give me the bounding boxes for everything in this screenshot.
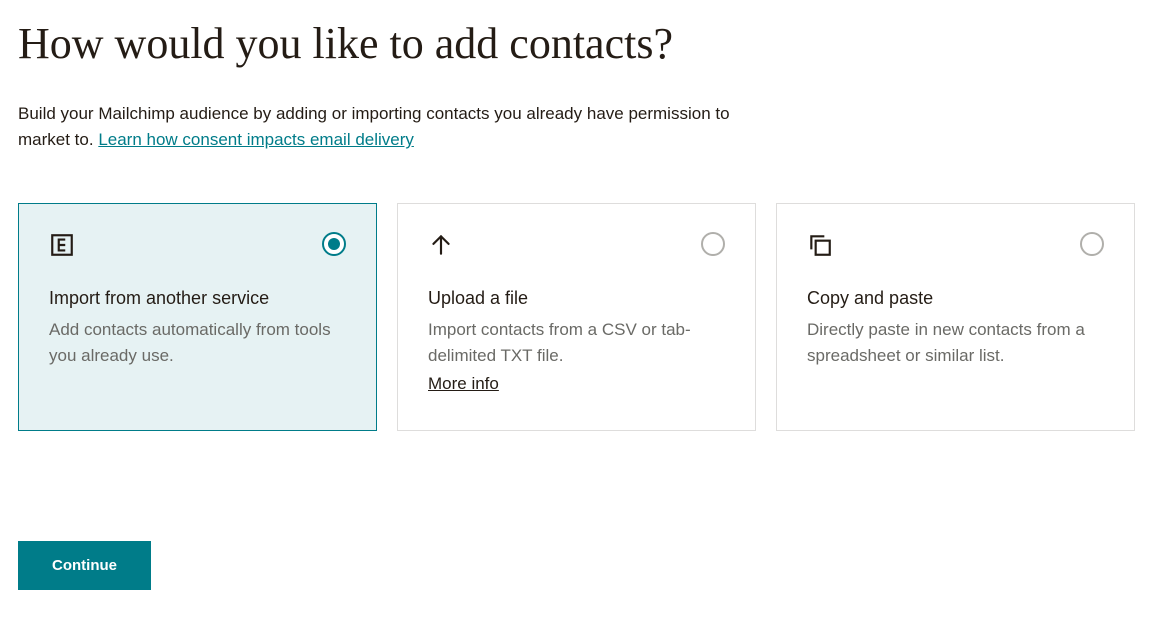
continue-button[interactable]: Continue xyxy=(18,541,151,590)
card-desc: Add contacts automatically from tools yo… xyxy=(49,317,346,368)
card-top-row xyxy=(49,232,346,260)
arrow-up-icon xyxy=(428,232,456,260)
card-upload-file[interactable]: Upload a file Import contacts from a CSV… xyxy=(397,203,756,431)
card-top-row xyxy=(428,232,725,260)
page-title: How would you like to add contacts? xyxy=(18,18,1135,71)
service-icon xyxy=(49,232,77,260)
copy-icon xyxy=(807,232,835,260)
radio-copy-paste[interactable] xyxy=(1080,232,1104,256)
intro-paragraph: Build your Mailchimp audience by adding … xyxy=(18,101,738,154)
card-title: Copy and paste xyxy=(807,288,1104,309)
radio-upload-file[interactable] xyxy=(701,232,725,256)
consent-link[interactable]: Learn how consent impacts email delivery xyxy=(98,130,414,149)
card-title: Upload a file xyxy=(428,288,725,309)
card-title: Import from another service xyxy=(49,288,346,309)
card-copy-paste[interactable]: Copy and paste Directly paste in new con… xyxy=(776,203,1135,431)
more-info-link[interactable]: More info xyxy=(428,374,499,394)
method-cards: Import from another service Add contacts… xyxy=(18,203,1135,431)
card-desc: Import contacts from a CSV or tab-delimi… xyxy=(428,317,725,368)
radio-import-service[interactable] xyxy=(322,232,346,256)
card-top-row xyxy=(807,232,1104,260)
card-import-service[interactable]: Import from another service Add contacts… xyxy=(18,203,377,431)
card-desc: Directly paste in new contacts from a sp… xyxy=(807,317,1104,368)
